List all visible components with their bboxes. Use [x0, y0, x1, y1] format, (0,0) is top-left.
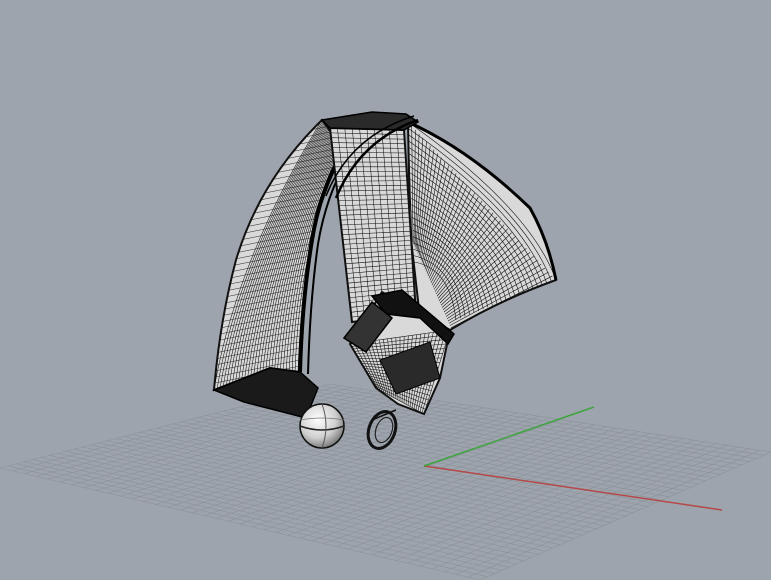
perspective-viewport[interactable]: [0, 0, 771, 580]
sphere-object[interactable]: [299, 403, 345, 449]
left-quarter-arc-mesh[interactable]: [200, 110, 350, 419]
curved-fan-panel-mesh[interactable]: [406, 120, 558, 332]
scene-canvas[interactable]: [0, 0, 771, 580]
construction-grid: [0, 383, 771, 580]
